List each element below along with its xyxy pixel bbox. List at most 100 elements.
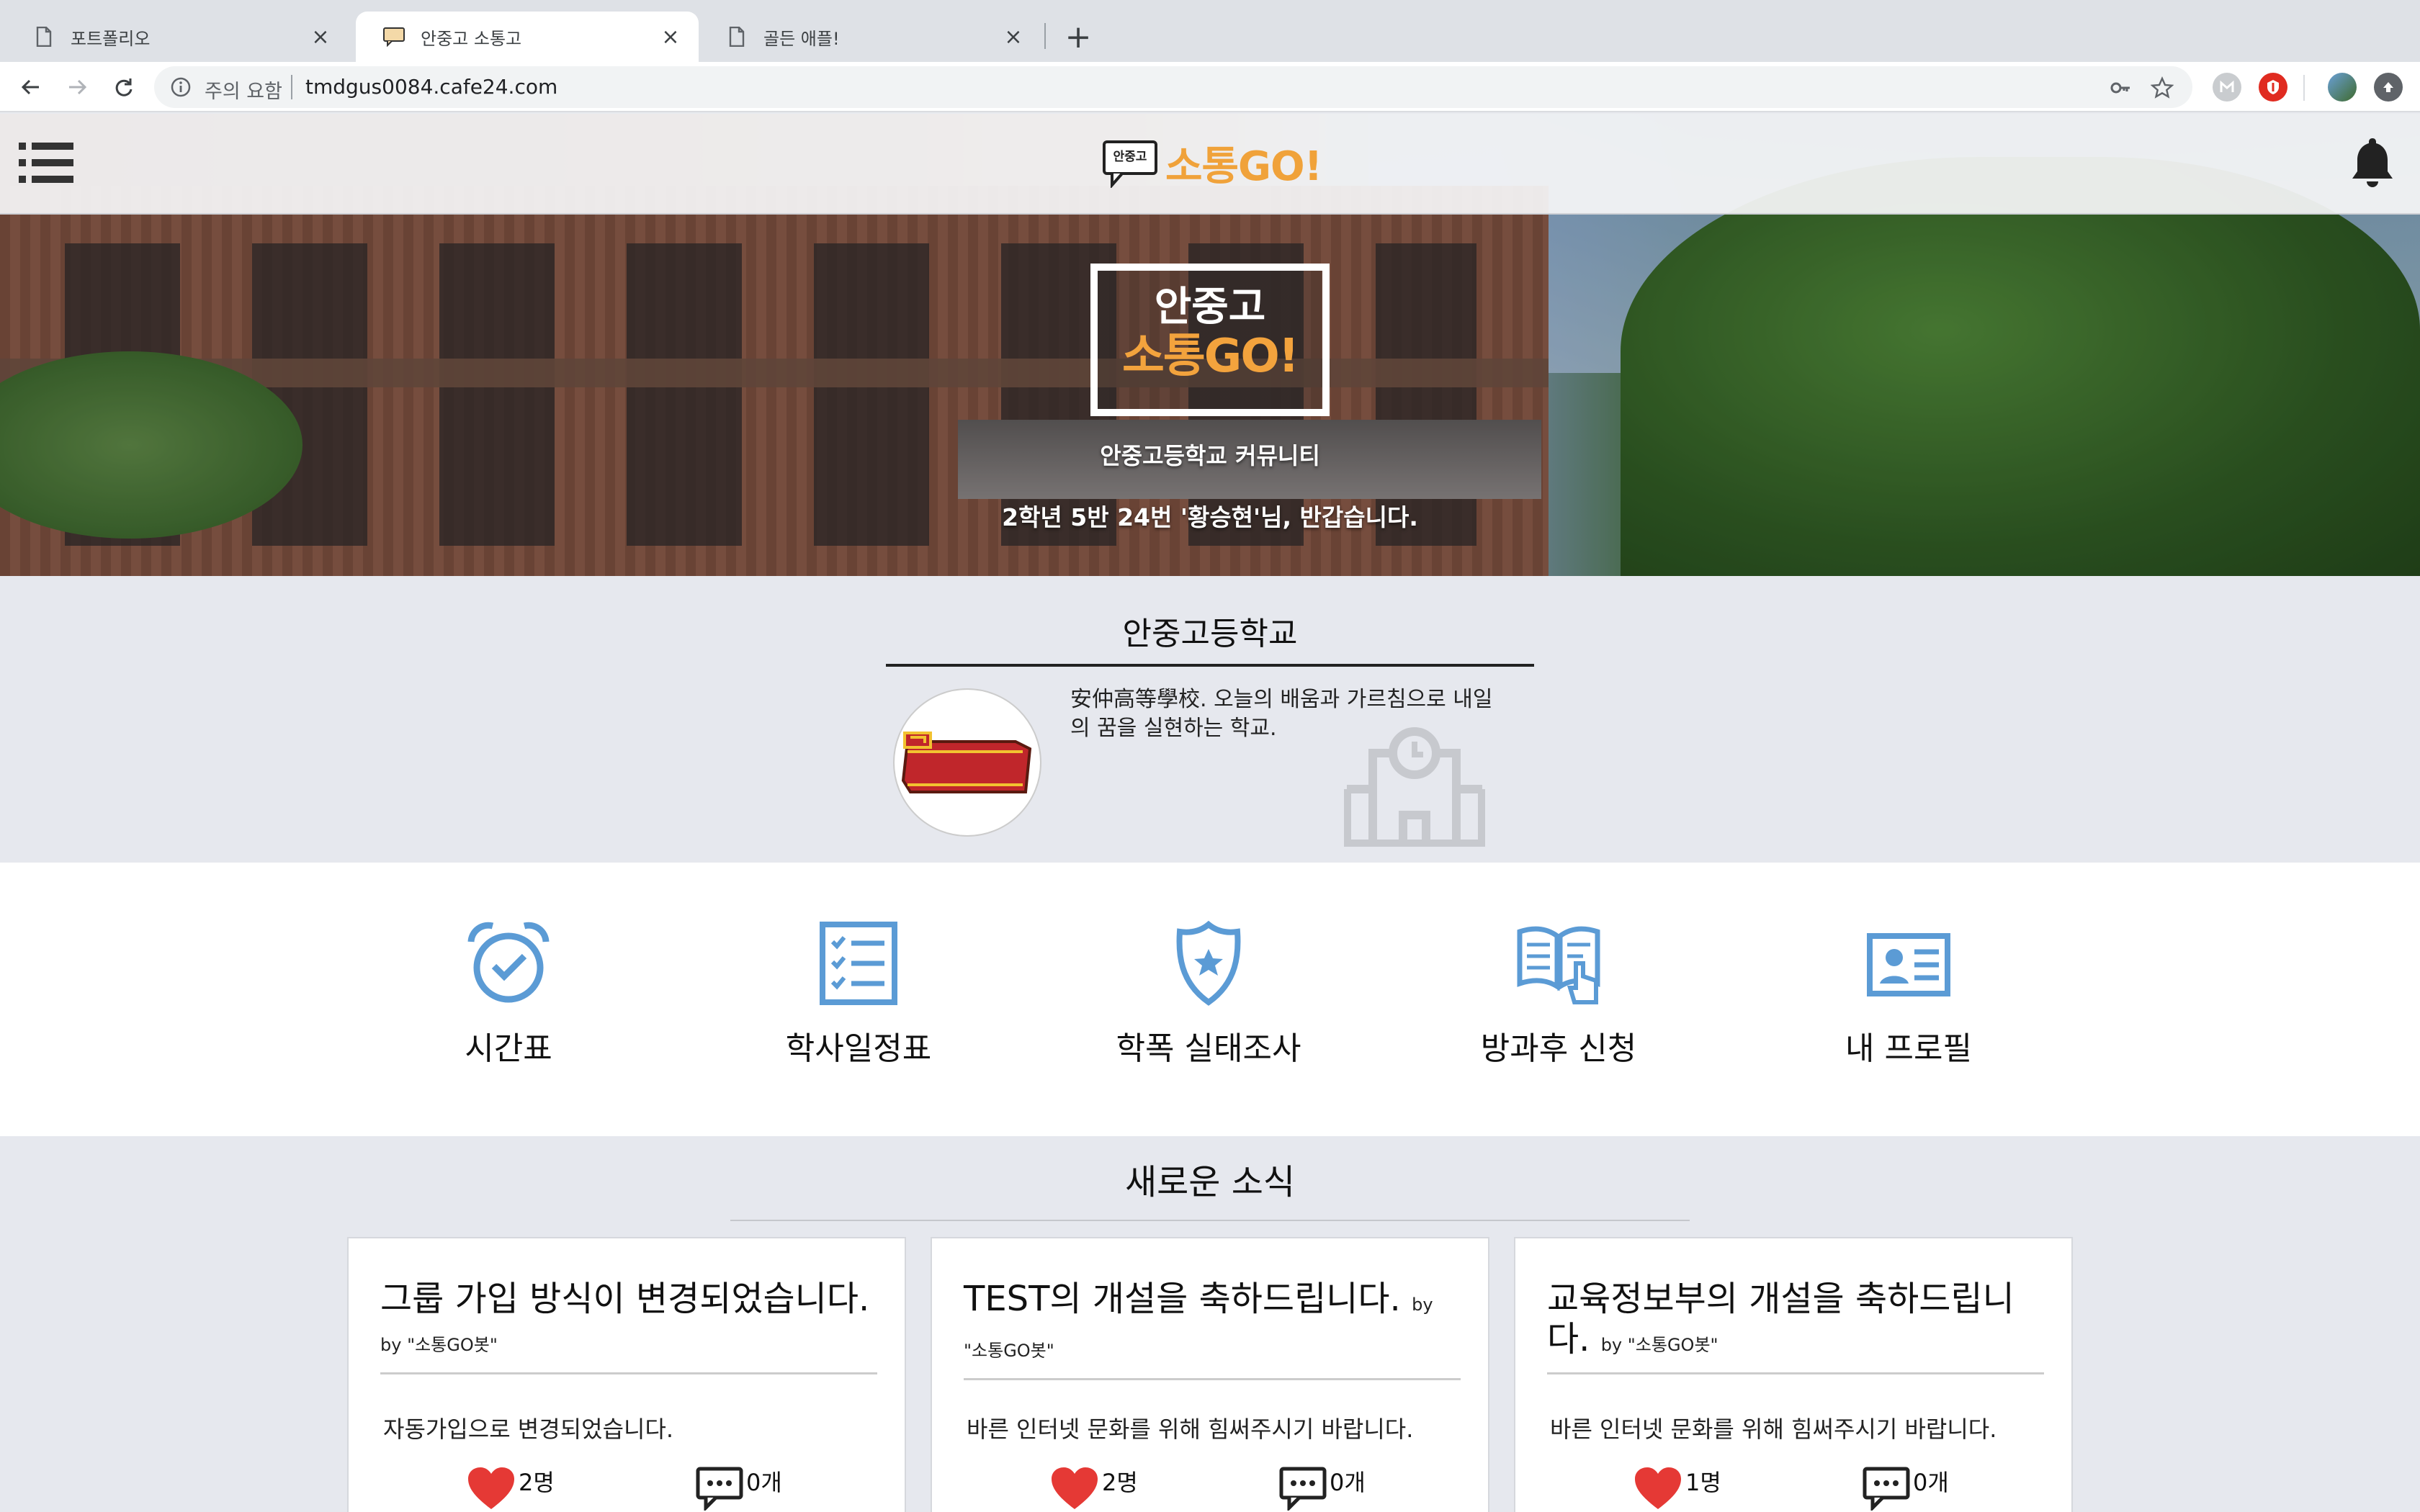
comment-bubble-icon bbox=[1863, 1467, 1910, 1511]
heart-icon bbox=[1052, 1467, 1098, 1509]
quick-link-label: 학사일정표 bbox=[785, 1030, 932, 1067]
school-intro-section: 안중고등학교 安仲高等學校. 오늘의 배움과 가르침으로 내일의 꿈을 실현하는… bbox=[0, 576, 2420, 863]
like-button[interactable]: 1명 bbox=[1634, 1466, 1721, 1511]
brand-logo[interactable]: 안중고 소통GO! bbox=[1102, 134, 1322, 192]
reload-button[interactable] bbox=[105, 69, 141, 105]
comment-count: 0개 bbox=[746, 1469, 782, 1496]
heart-icon bbox=[1635, 1467, 1681, 1509]
hero-box-line2: 소통GO! bbox=[1122, 330, 1299, 383]
quick-link-label: 학폭 실태조사 bbox=[1116, 1030, 1301, 1067]
reload-icon bbox=[115, 78, 133, 96]
hero-logo-box: 안중고 소통GO! bbox=[1090, 264, 1330, 416]
alarm-clock-icon bbox=[467, 922, 550, 1003]
back-button[interactable] bbox=[13, 69, 49, 105]
quick-link-label: 시간표 bbox=[465, 1030, 552, 1067]
arrow-left-icon bbox=[21, 79, 39, 95]
quick-link-academic-calendar[interactable]: 학사일정표 bbox=[743, 920, 974, 1068]
extension-shield-icon[interactable] bbox=[2259, 73, 2287, 102]
forward-button[interactable] bbox=[59, 69, 95, 105]
hero-box-line1: 안중고 bbox=[1154, 284, 1266, 330]
comment-button[interactable]: 0개 bbox=[1279, 1466, 1366, 1511]
news-card-author: by "소통GO봇" bbox=[1600, 1335, 1718, 1355]
news-card-author: by "소통GO봇" bbox=[380, 1335, 498, 1355]
school-logo bbox=[893, 688, 1041, 837]
toolbar-divider bbox=[2303, 75, 2305, 101]
news-card-header: 그룹 가입 방식이 변경되었습니다. by "소통GO봇" bbox=[380, 1279, 877, 1374]
comment-bubble-icon bbox=[696, 1467, 743, 1511]
book-touch-icon bbox=[1517, 926, 1600, 1004]
news-card-title[interactable]: 그룹 가입 방식이 변경되었습니다. by "소통GO봇" bbox=[380, 1279, 877, 1365]
news-section: 새로운 소식 그룹 가입 방식이 변경되었습니다. by "소통GO봇" 자동가… bbox=[0, 1136, 2420, 1512]
police-badge-icon bbox=[1176, 920, 1241, 1006]
browser-toolbar: 주의 요함 tmdgus0084.cafe24.com bbox=[0, 62, 2420, 112]
extension-m-icon[interactable] bbox=[2213, 73, 2241, 102]
brand-name: 소통GO! bbox=[1165, 143, 1322, 190]
like-button[interactable]: 2명 bbox=[467, 1466, 555, 1511]
like-button[interactable]: 2명 bbox=[1050, 1466, 1138, 1511]
news-card-title-text: TEST의 개설을 축하드립니다. bbox=[964, 1279, 1401, 1319]
like-count: 2명 bbox=[1102, 1469, 1138, 1496]
menu-list-icon[interactable] bbox=[19, 140, 73, 186]
url-text[interactable]: tmdgus0084.cafe24.com bbox=[305, 75, 557, 99]
news-card-body: 바른 인터넷 문화를 위해 힘써주시기 바랍니다. bbox=[967, 1416, 1414, 1443]
info-icon[interactable] bbox=[170, 76, 192, 98]
tab-golden-apple[interactable]: 골든 애플! × bbox=[699, 12, 1041, 62]
comment-button[interactable]: 0개 bbox=[1863, 1466, 1949, 1511]
star-icon[interactable] bbox=[2148, 73, 2177, 102]
news-card[interactable]: 그룹 가입 방식이 변경되었습니다. by "소통GO봇" 자동가입으로 변경되… bbox=[347, 1237, 906, 1512]
comment-bubble-icon bbox=[1279, 1467, 1327, 1511]
news-heading: 새로운 소식 bbox=[730, 1153, 1690, 1221]
hero-greeting: 2학년 5반 24번 '황승현'님, 반갑습니다. bbox=[1002, 503, 1418, 531]
quick-link-label: 내 프로필 bbox=[1845, 1030, 1972, 1067]
news-card[interactable]: TEST의 개설을 축하드립니다. by "소통GO봇" 바른 인터넷 문화를 … bbox=[931, 1237, 1489, 1512]
brand-bubble-text: 안중고 bbox=[1113, 150, 1147, 164]
news-card-title-text: 그룹 가입 방식이 변경되었습니다. bbox=[380, 1279, 870, 1319]
school-name-heading: 안중고등학교 bbox=[886, 608, 1534, 667]
web-page: 안중고 소통GO! 안중고등학교 커뮤니티 2학년 5반 24번 '황승현'님,… bbox=[0, 114, 2420, 1512]
comment-button[interactable]: 0개 bbox=[696, 1466, 782, 1511]
quick-link-my-profile[interactable]: 내 프로필 bbox=[1793, 920, 2024, 1068]
tab-title: 안중고 소통고 bbox=[421, 28, 522, 49]
close-icon[interactable]: × bbox=[1003, 24, 1024, 50]
omnibox-divider bbox=[291, 75, 292, 99]
news-card-body: 바른 인터넷 문화를 위해 힘써주시기 바랍니다. bbox=[1550, 1416, 1997, 1443]
news-card-body: 자동가입으로 변경되었습니다. bbox=[383, 1416, 674, 1443]
bell-icon[interactable] bbox=[2349, 134, 2396, 192]
tab-title: 포트폴리오 bbox=[71, 28, 151, 49]
profile-avatar[interactable] bbox=[2328, 73, 2357, 102]
checklist-icon bbox=[820, 922, 897, 1005]
key-icon[interactable] bbox=[2106, 73, 2135, 102]
like-count: 1명 bbox=[1685, 1469, 1721, 1496]
heart-icon bbox=[468, 1467, 514, 1509]
news-card-header: TEST의 개설을 축하드립니다. by "소통GO봇" bbox=[964, 1279, 1461, 1380]
tab-title: 골든 애플! bbox=[763, 28, 840, 49]
quick-link-label: 방과후 신청 bbox=[1480, 1030, 1637, 1067]
site-favicon bbox=[383, 26, 405, 48]
security-warning-label[interactable]: 주의 요함 bbox=[205, 76, 282, 104]
new-tab-button[interactable]: + bbox=[1060, 19, 1096, 55]
news-card-title[interactable]: TEST의 개설을 축하드립니다. by "소통GO봇" bbox=[964, 1279, 1461, 1371]
comment-count: 0개 bbox=[1913, 1469, 1949, 1496]
like-count: 2명 bbox=[519, 1469, 555, 1496]
update-icon[interactable] bbox=[2374, 73, 2403, 102]
close-icon[interactable]: × bbox=[310, 24, 331, 50]
quick-links-section: 시간표 학사일정표 학폭 실태조사 방과후 신청 내 프로필 bbox=[0, 863, 2420, 1136]
news-card-header: 교육정보부의 개설을 축하드립니다. by "소통GO봇" bbox=[1547, 1279, 2044, 1374]
tab-separator bbox=[1044, 23, 1046, 49]
tab-ansochong[interactable]: 안중고 소통고 × bbox=[356, 12, 699, 62]
news-card[interactable]: 교육정보부의 개설을 축하드립니다. by "소통GO봇" 바른 인터넷 문화를… bbox=[1514, 1237, 2073, 1512]
document-icon bbox=[726, 26, 748, 48]
news-card-title[interactable]: 교육정보부의 개설을 축하드립니다. by "소통GO봇" bbox=[1547, 1279, 2044, 1365]
tab-portfolio[interactable]: 포트폴리오 × bbox=[6, 12, 349, 62]
quick-link-bullying-survey[interactable]: 학폭 실태조사 bbox=[1093, 920, 1324, 1068]
id-card-icon bbox=[1867, 933, 1950, 996]
omnibox[interactable]: 주의 요함 tmdgus0084.cafe24.com bbox=[154, 66, 2192, 108]
quick-link-afterschool[interactable]: 방과후 신청 bbox=[1443, 920, 1674, 1068]
quick-link-timetable[interactable]: 시간표 bbox=[393, 920, 624, 1068]
comment-count: 0개 bbox=[1330, 1469, 1366, 1496]
close-icon[interactable]: × bbox=[660, 24, 681, 50]
app-header: 안중고 소통GO! bbox=[0, 114, 2420, 215]
hero-subtitle: 안중고등학교 커뮤니티 bbox=[1100, 442, 1320, 469]
document-icon bbox=[33, 26, 55, 48]
school-building-icon bbox=[1344, 727, 1485, 847]
